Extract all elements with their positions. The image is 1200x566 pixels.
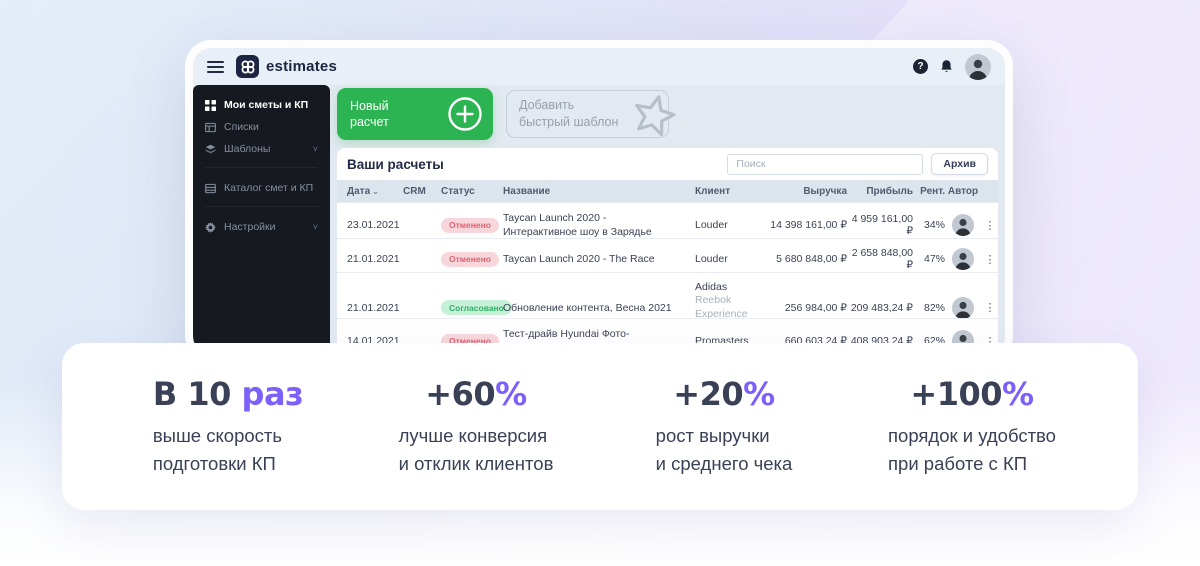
new-calculation-button[interactable]: Новый расчет <box>337 88 493 140</box>
table-row[interactable]: 23.01.2021 Отменено Taycan Launch 2020 -… <box>337 202 998 238</box>
column-header-name[interactable]: Название <box>503 186 695 197</box>
cell-crm <box>403 217 441 233</box>
cell-name[interactable]: Taycan Launch 2020 - The Race <box>503 244 695 274</box>
calculations-panel: Ваши расчеты Архив Дата⌄ CRM Статус Назв… <box>337 148 998 354</box>
panel-title: Ваши расчеты <box>347 156 444 172</box>
stat-caption: рост выручки и среднего чека <box>655 425 793 474</box>
stat-caption: выше скорость подготовки КП <box>152 425 283 474</box>
sidebar: Мои сметы и КП Списки Шаблоны ˅ Каталог … <box>193 85 330 354</box>
panel-header: Ваши расчеты Архив <box>337 148 998 180</box>
sidebar-item-label: Списки <box>224 121 259 133</box>
actions-row: Новый расчет Добавить быстрый шаблон <box>337 88 998 140</box>
cell-date: 21.01.2021 <box>347 253 400 265</box>
table-row[interactable]: 21.01.2021 Отменено Taycan Launch 2020 -… <box>337 238 998 272</box>
stat-value: +20% <box>673 375 775 414</box>
top-bar: estimates ? <box>193 48 1005 85</box>
plus-circle-icon <box>448 97 482 131</box>
table-header: Дата ⌄ CRM Статус Название Клиент Выручка… <box>337 180 998 202</box>
add-quick-template-button[interactable]: Добавить быстрый шаблон <box>506 90 676 138</box>
author-avatar <box>952 248 974 270</box>
help-icon[interactable]: ? <box>913 59 928 74</box>
sidebar-item-catalog[interactable]: Каталог смет и КП <box>193 177 330 199</box>
cell-crm <box>403 251 441 267</box>
cell-margin: 47% <box>923 253 945 265</box>
sidebar-item-settings[interactable]: Настройки ˅ <box>193 216 330 238</box>
column-header-crm[interactable]: CRM <box>403 186 441 197</box>
column-header-author[interactable]: Автор <box>945 186 981 197</box>
sidebar-item-label: Мои сметы и КП <box>224 99 309 111</box>
status-badge: Отменено <box>441 217 499 233</box>
author-avatar <box>952 214 974 237</box>
sidebar-divider <box>205 167 318 177</box>
user-avatar[interactable] <box>965 53 991 80</box>
estimates-logo-icon <box>236 55 259 78</box>
app-window: estimates ? Мои сметы и КП Списки Шаблон… <box>185 40 1013 362</box>
search-input[interactable] <box>727 153 924 175</box>
chevron-down-icon: ˅ <box>312 221 318 232</box>
column-header-revenue[interactable]: Выручка <box>767 186 847 197</box>
cell-revenue: 14 398 161,00 ₽ <box>770 219 847 232</box>
chevron-down-icon: ˅ <box>312 143 318 154</box>
archive-button[interactable]: Архив <box>931 153 988 175</box>
author-avatar <box>952 296 974 319</box>
stat-caption: порядок и удобство при работе с КП <box>888 425 1056 474</box>
sidebar-item-label: Настройки <box>224 221 276 233</box>
column-header-date[interactable]: Дата ⌄ <box>347 186 403 197</box>
layers-icon <box>205 144 216 153</box>
grid-icon <box>205 99 216 111</box>
topbar-right: ? <box>913 53 991 80</box>
sidebar-item-my-estimates[interactable]: Мои сметы и КП <box>193 94 330 116</box>
stat-conversion: +60% лучше конверсия и отклик клиентов <box>399 375 554 478</box>
sort-down-icon: ⌄ <box>372 186 379 196</box>
table-row[interactable]: 21.01.2021 Согласовано Обновление контен… <box>337 272 998 333</box>
cell-client: Louder <box>695 219 728 232</box>
row-menu-button[interactable]: ⋮ <box>981 245 998 274</box>
cell-crm <box>403 300 441 316</box>
gear-icon <box>205 221 216 233</box>
column-header-margin[interactable]: Рент. <box>913 186 945 197</box>
star-icon <box>635 95 676 137</box>
app-frame: estimates ? Мои сметы и КП Списки Шаблон… <box>193 48 1005 354</box>
stat-caption: лучше конверсия и отклик клиентов <box>398 425 554 474</box>
main-content: Новый расчет Добавить быстрый шаблон Ваш… <box>330 85 1005 354</box>
stat-value: +60% <box>425 375 527 414</box>
list-icon <box>205 122 216 132</box>
sidebar-item-label: Каталог смет и КП <box>224 182 314 194</box>
sidebar-item-lists[interactable]: Списки <box>193 116 330 138</box>
stat-revenue-growth: +20% рост выручки и среднего чека <box>656 375 793 478</box>
stat-convenience: +100% порядок и удобство при работе с КП <box>888 375 1056 478</box>
stat-speed: В 10 раз выше скорость подготовки КП <box>152 375 304 478</box>
catalog-icon <box>205 183 216 193</box>
new-calculation-label: Новый расчет <box>350 98 389 129</box>
brand[interactable]: estimates <box>236 55 337 78</box>
column-header-profit[interactable]: Прибыль <box>847 186 913 197</box>
sidebar-item-label: Шаблоны <box>224 143 271 155</box>
brand-name: estimates <box>266 58 338 75</box>
hamburger-menu-icon[interactable] <box>207 60 224 73</box>
cell-margin: 34% <box>923 219 945 232</box>
cell-revenue: 5 680 848,00 ₽ <box>776 253 847 265</box>
notifications-bell-icon[interactable] <box>939 59 954 74</box>
cell-client: Louder <box>695 253 728 265</box>
sidebar-item-templates[interactable]: Шаблоны ˅ <box>193 138 330 160</box>
row-menu-button[interactable]: ⋮ <box>981 211 998 240</box>
column-header-client[interactable]: Клиент <box>695 186 767 197</box>
sidebar-divider <box>205 206 318 216</box>
cell-date: 23.01.2021 <box>347 219 400 232</box>
stat-value: В 10 раз <box>152 375 304 414</box>
stats-card: В 10 раз выше скорость подготовки КП +60%… <box>62 343 1138 510</box>
stat-value: +100% <box>910 375 1034 414</box>
status-badge: Отменено <box>441 251 499 267</box>
add-quick-template-label: Добавить быстрый шаблон <box>519 98 619 129</box>
status-badge: Согласовано <box>441 300 512 316</box>
column-header-status[interactable]: Статус <box>441 186 503 197</box>
